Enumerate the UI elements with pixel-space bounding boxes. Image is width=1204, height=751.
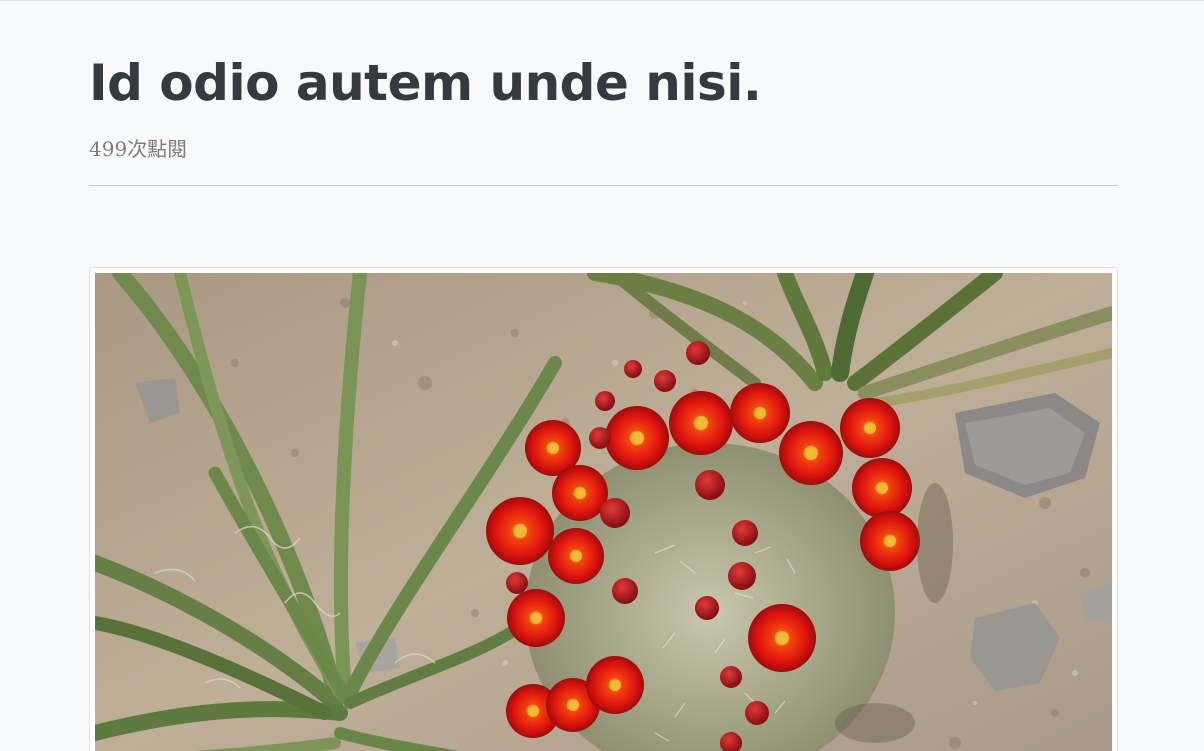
cactus-flower-photo xyxy=(95,273,1112,751)
view-count-label: 次點閱 xyxy=(127,137,188,161)
page-title: Id odio autem unde nisi. xyxy=(89,54,762,112)
title-divider xyxy=(89,185,1118,186)
view-count: 499次點閱 xyxy=(89,135,187,163)
view-count-number: 499 xyxy=(89,137,128,161)
article-image-card xyxy=(89,267,1118,751)
